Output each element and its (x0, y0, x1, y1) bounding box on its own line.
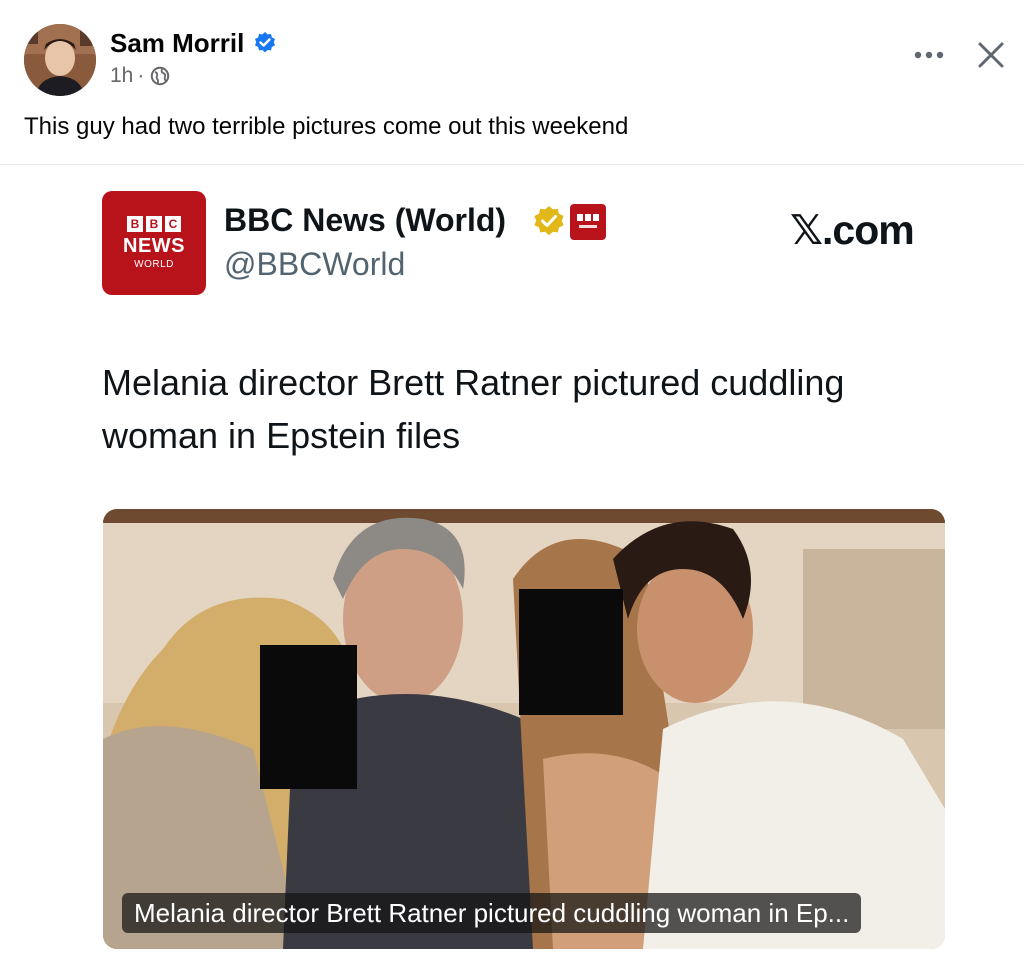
bbc-news-logo[interactable]: B B C NEWS WORLD (102, 191, 206, 295)
bbc-block-1: B (127, 216, 143, 232)
photo-illustration (103, 509, 945, 949)
post-header: Sam Morril 1h · This guy had two terribl… (0, 0, 1024, 165)
post-text: This guy had two terrible pictures come … (24, 113, 629, 140)
bbc-logo-world: WORLD (134, 259, 174, 270)
bbc-logo-news: NEWS (123, 235, 185, 257)
affiliate-badge-icon (570, 204, 606, 240)
meta-separator: · (137, 64, 145, 87)
photo-caption: Melania director Brett Ratner pictured c… (122, 893, 862, 933)
author-name[interactable]: Sam Morril (110, 28, 244, 59)
source-name[interactable]: BBC News (World) (224, 202, 506, 239)
embedded-tweet[interactable]: B B C NEWS WORLD BBC News (World) @BBCWo… (0, 166, 1024, 964)
tweet-headline: Melania director Brett Ratner pictured c… (102, 362, 845, 456)
post-meta: 1h · (110, 64, 170, 88)
x-logo[interactable]: 𝕏.com (790, 206, 915, 254)
gold-verified-badge-icon (534, 206, 564, 236)
globe-icon (151, 66, 170, 86)
news-photo[interactable]: Melania director Brett Ratner pictured c… (103, 509, 945, 949)
bbc-block-3: C (165, 216, 181, 232)
author-avatar[interactable] (24, 24, 96, 96)
post-time[interactable]: 1h (110, 64, 133, 88)
verified-badge-icon (255, 32, 275, 53)
source-handle[interactable]: @BBCWorld (224, 246, 405, 283)
more-options-icon[interactable] (912, 38, 946, 72)
bbc-blocks: B B C (127, 216, 181, 232)
bbc-block-2: B (146, 216, 162, 232)
close-icon[interactable] (974, 38, 1008, 72)
